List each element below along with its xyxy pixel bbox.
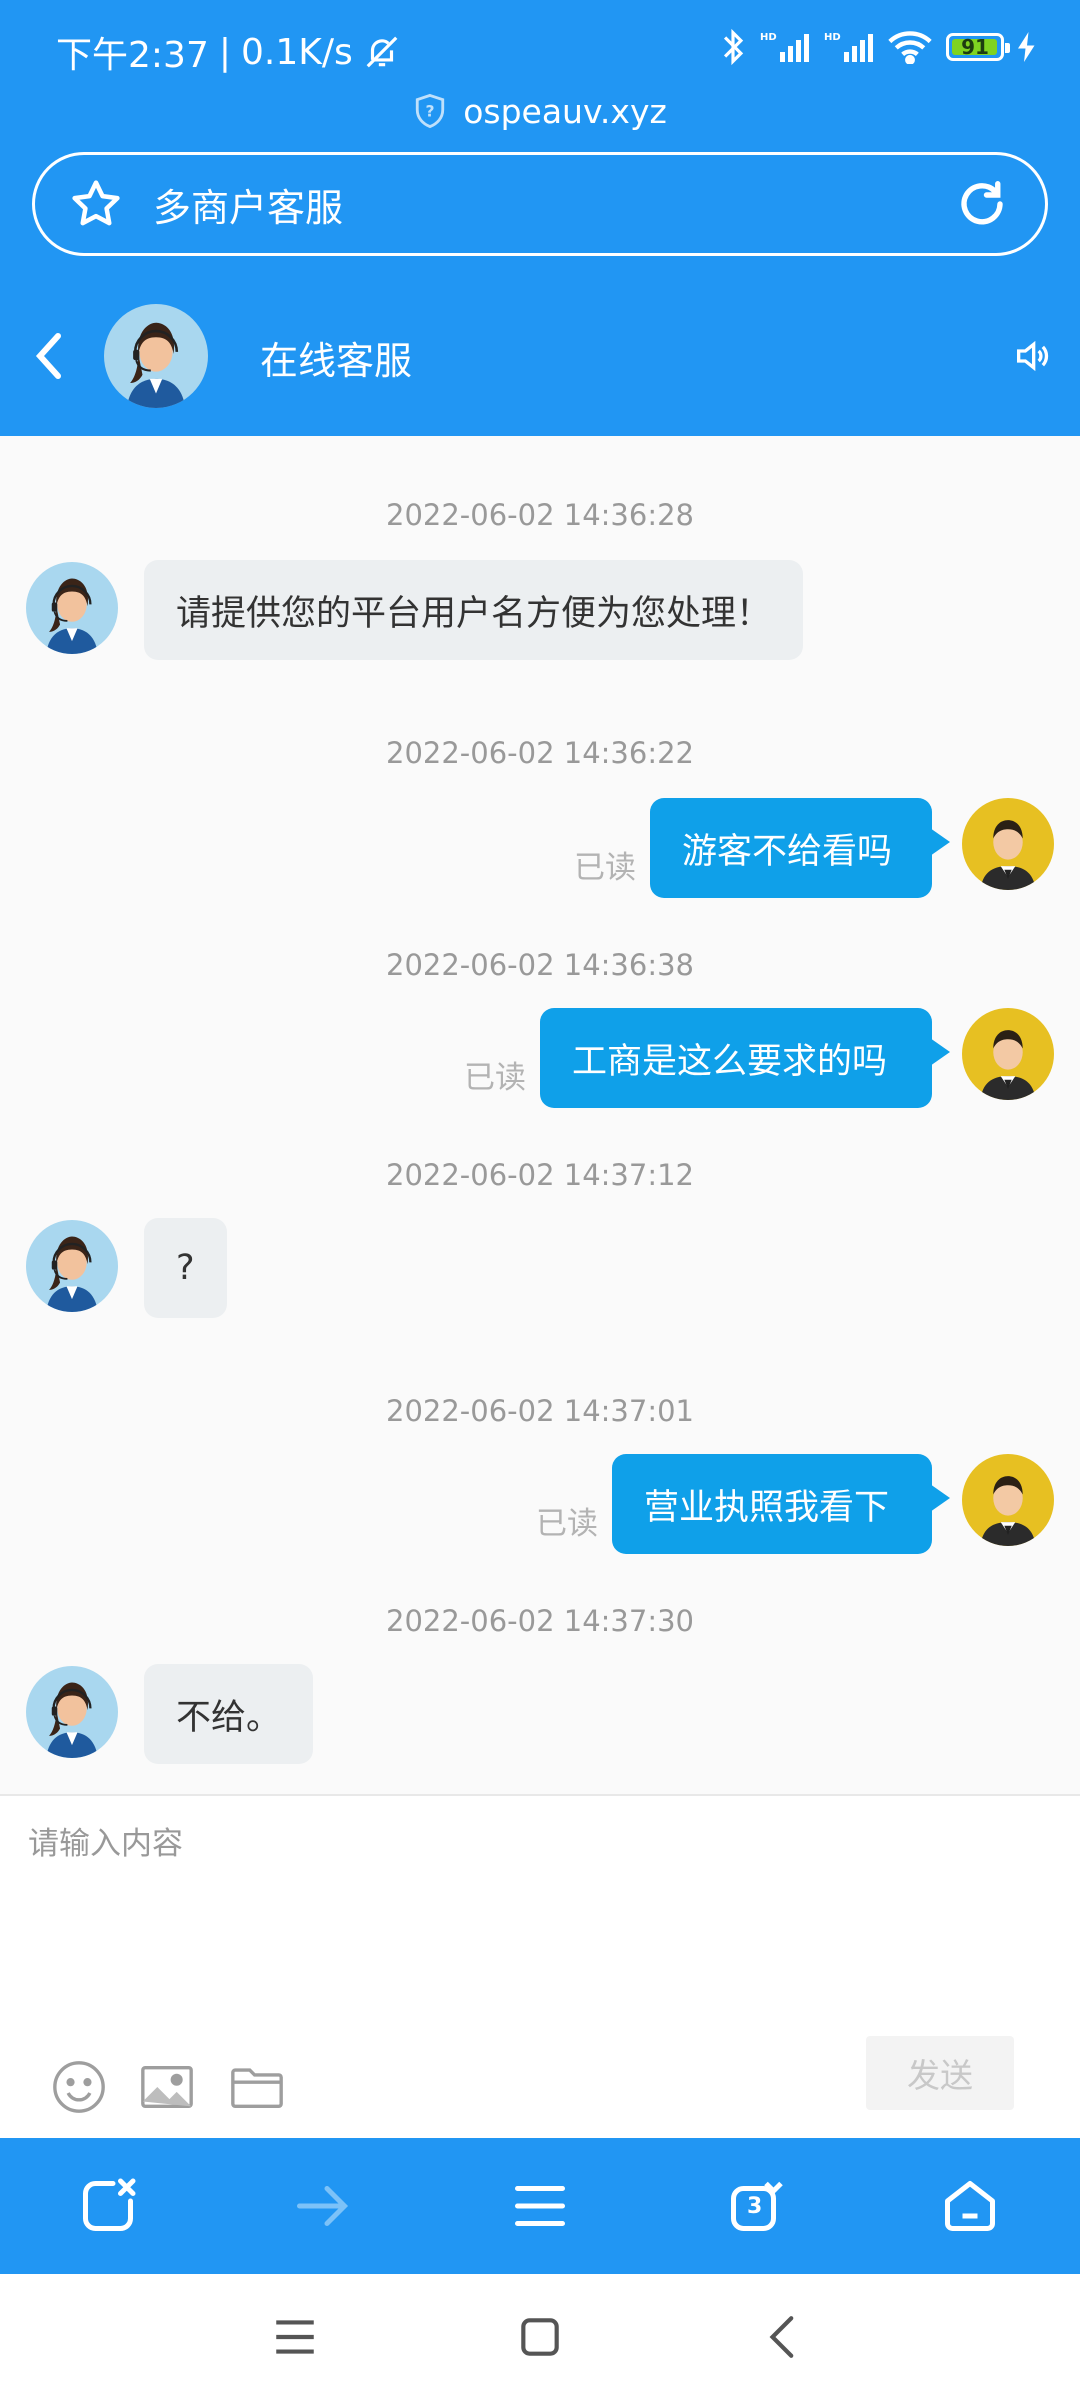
agent-message-bubble[interactable]: 不给。	[144, 1664, 314, 1764]
tab-count: 3	[747, 2194, 763, 2219]
system-navigation	[0, 2274, 1080, 2400]
page-title: 多商户客服	[153, 185, 344, 230]
read-receipt: 已读	[464, 1060, 526, 1096]
status-speed: 0.1K/s	[240, 31, 353, 73]
url-domain: ospeauv.xyz	[463, 91, 667, 131]
user-avatar-icon	[980, 820, 1036, 890]
user-avatar-icon	[980, 1030, 1036, 1100]
status-left: 下午2:37 | 0.1K/s	[56, 26, 401, 78]
battery-icon: 91	[946, 33, 1010, 61]
agent-avatar-icon	[46, 1682, 98, 1758]
chat-title: 在线客服	[260, 339, 413, 383]
message-timestamp: 2022-06-02 14:37:30	[386, 1604, 694, 1638]
user-avatar	[962, 798, 1054, 890]
signal-hd-icon-2: HD	[824, 32, 873, 62]
agent-avatar-icon	[46, 578, 98, 654]
forward-arrow-icon[interactable]	[292, 2176, 352, 2236]
input-area: 发送	[0, 1794, 1080, 2138]
speaker-icon[interactable]	[1012, 336, 1052, 376]
home-button-icon[interactable]	[515, 2312, 565, 2362]
tabs-button[interactable]: 3	[726, 2176, 786, 2236]
back-button-icon[interactable]	[760, 2312, 810, 2362]
status-right: HD HD 91	[720, 28, 1036, 66]
url-row: ? ospeauv.xyz	[0, 86, 1080, 136]
agent-message-bubble[interactable]: ?	[144, 1218, 227, 1318]
user-message-bubble[interactable]: 游客不给看吗	[650, 798, 950, 898]
status-bar: 下午2:37 | 0.1K/s HD HD 91	[0, 0, 1080, 96]
browser-toolbar: 3	[0, 2138, 1080, 2274]
agent-message-bubble[interactable]: 请提供您的平台用户名方便为您处理！	[144, 560, 804, 660]
agent-avatar	[104, 304, 208, 408]
agent-avatar-icon	[46, 1236, 98, 1312]
agent-avatar-icon	[126, 322, 186, 408]
send-button[interactable]: 发送	[866, 2036, 1014, 2110]
wifi-icon	[888, 31, 932, 64]
user-avatar	[962, 1454, 1054, 1546]
emoji-icon[interactable]	[50, 2058, 108, 2116]
chat-header: 在线客服	[0, 276, 1080, 436]
agent-avatar	[26, 1666, 118, 1758]
message-timestamp: 2022-06-02 14:37:12	[386, 1158, 694, 1192]
user-avatar	[962, 1008, 1054, 1100]
home-icon[interactable]	[940, 2176, 1000, 2236]
folder-icon[interactable]	[228, 2058, 286, 2116]
bluetooth-icon	[723, 28, 744, 66]
user-message-bubble[interactable]: 工商是这么要求的吗	[540, 1008, 950, 1108]
charging-icon	[1018, 32, 1035, 62]
battery-level: 91	[961, 35, 989, 59]
menu-icon[interactable]	[510, 2176, 570, 2236]
back-arrow-icon[interactable]	[30, 328, 70, 384]
agent-avatar	[26, 1220, 118, 1312]
status-time: 下午2:37	[56, 35, 209, 76]
read-receipt: 已读	[574, 850, 636, 886]
status-divider: |	[218, 31, 231, 73]
image-icon[interactable]	[138, 2058, 196, 2116]
recent-apps-icon[interactable]	[270, 2312, 320, 2362]
message-timestamp: 2022-06-02 14:37:01	[386, 1394, 694, 1428]
message-timestamp: 2022-06-02 14:36:38	[386, 948, 694, 982]
agent-avatar	[26, 562, 118, 654]
address-bar[interactable]: 多商户客服	[32, 152, 1048, 256]
user-avatar-icon	[980, 1476, 1036, 1546]
svg-text:?: ?	[426, 103, 435, 121]
star-icon[interactable]	[69, 177, 123, 231]
message-input[interactable]	[26, 1816, 1050, 1990]
bell-muted-icon	[366, 36, 398, 68]
refresh-icon[interactable]	[955, 177, 1009, 231]
shield-question-icon: ?	[416, 93, 445, 129]
message-timestamp: 2022-06-02 14:36:28	[386, 498, 694, 532]
signal-hd-icon: HD	[760, 32, 809, 62]
message-list[interactable]: 2022-06-02 14:36:28 请提供您的平台用户名方便为您处理！ 20…	[0, 436, 1080, 1794]
svg-text:HD: HD	[760, 32, 777, 43]
user-message-bubble[interactable]: 营业执照我看下	[612, 1454, 950, 1554]
close-tab-icon[interactable]	[78, 2176, 138, 2236]
svg-text:HD: HD	[824, 32, 841, 43]
message-timestamp: 2022-06-02 14:36:22	[386, 736, 694, 770]
read-receipt: 已读	[536, 1506, 598, 1542]
